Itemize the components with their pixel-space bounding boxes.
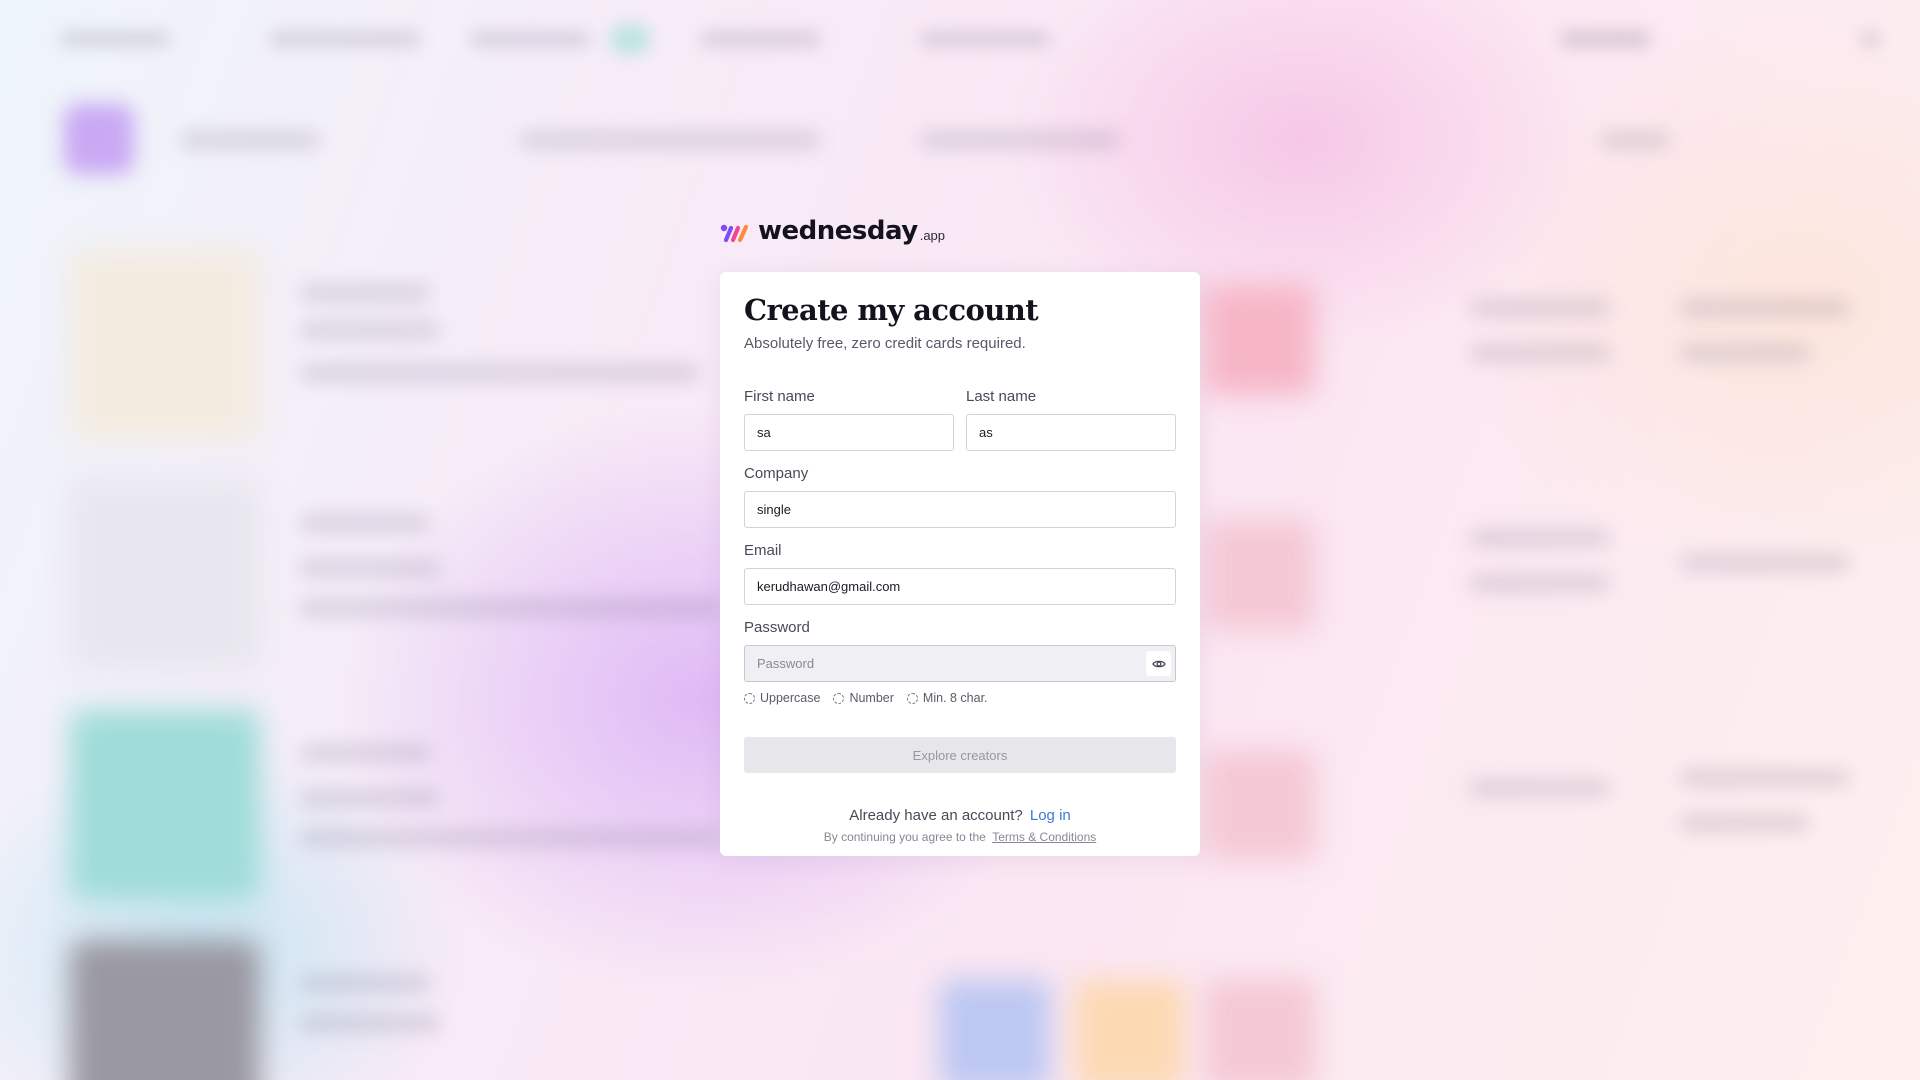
first-name-label: First name (744, 388, 815, 406)
email-input[interactable] (744, 568, 1176, 606)
brand-suffix: .app (919, 228, 946, 243)
page-title: Create my account (744, 293, 1039, 327)
login-prompt: Already have an account? Log in (744, 807, 1176, 824)
password-rule-uppercase: Uppercase (744, 691, 820, 705)
password-rule-label: Number (849, 691, 894, 706)
first-name-group: First name (744, 388, 954, 452)
brand-name: wednesday (758, 216, 918, 246)
login-link[interactable]: Log in (1030, 807, 1071, 824)
explore-creators-button[interactable]: Explore creators (744, 737, 1176, 774)
last-name-input[interactable] (966, 414, 1176, 452)
password-label: Password (744, 619, 810, 637)
toggle-password-visibility-button[interactable] (1146, 651, 1171, 677)
password-rule-min-length: Min. 8 char. (906, 691, 988, 706)
company-label: Company (744, 465, 809, 483)
signup-card: Create my account Absolutely free, zero … (720, 272, 1200, 856)
company-group: Company (744, 465, 1176, 529)
dashed-circle-icon (833, 692, 845, 704)
terms-prompt-text: By continuing you agree to the (823, 830, 986, 845)
password-group: Password Uppercase Number Min. 8 char. (744, 619, 1176, 705)
background-logo (64, 104, 134, 174)
last-name-group: Last name (966, 388, 1176, 452)
last-name-label: Last name (966, 388, 1037, 406)
password-rule-number: Number (833, 691, 894, 706)
company-input[interactable] (744, 491, 1176, 529)
terms-notice: By continuing you agree to the Terms & C… (744, 830, 1176, 844)
password-rules: Uppercase Number Min. 8 char. (744, 691, 1176, 705)
background-navbar (0, 0, 1920, 80)
page-subtitle: Absolutely free, zero credit cards requi… (744, 335, 1026, 353)
password-rule-label: Uppercase (760, 691, 821, 706)
email-group: Email (744, 542, 1176, 606)
brand-mark-icon (720, 224, 749, 243)
password-input[interactable] (744, 645, 1176, 683)
terms-link[interactable]: Terms & Conditions (992, 830, 1096, 844)
brand-logo: wednesday .app (720, 218, 945, 244)
name-row: First name Last name (744, 388, 1176, 452)
first-name-input[interactable] (744, 414, 954, 452)
email-label: Email (744, 542, 782, 560)
dashed-circle-icon (744, 692, 755, 704)
login-prompt-text: Already have an account? (849, 807, 1023, 825)
dashed-circle-icon (906, 692, 918, 704)
eye-icon (1151, 660, 1166, 668)
password-field-wrapper (744, 645, 1176, 683)
password-rule-label: Min. 8 char. (922, 691, 988, 706)
